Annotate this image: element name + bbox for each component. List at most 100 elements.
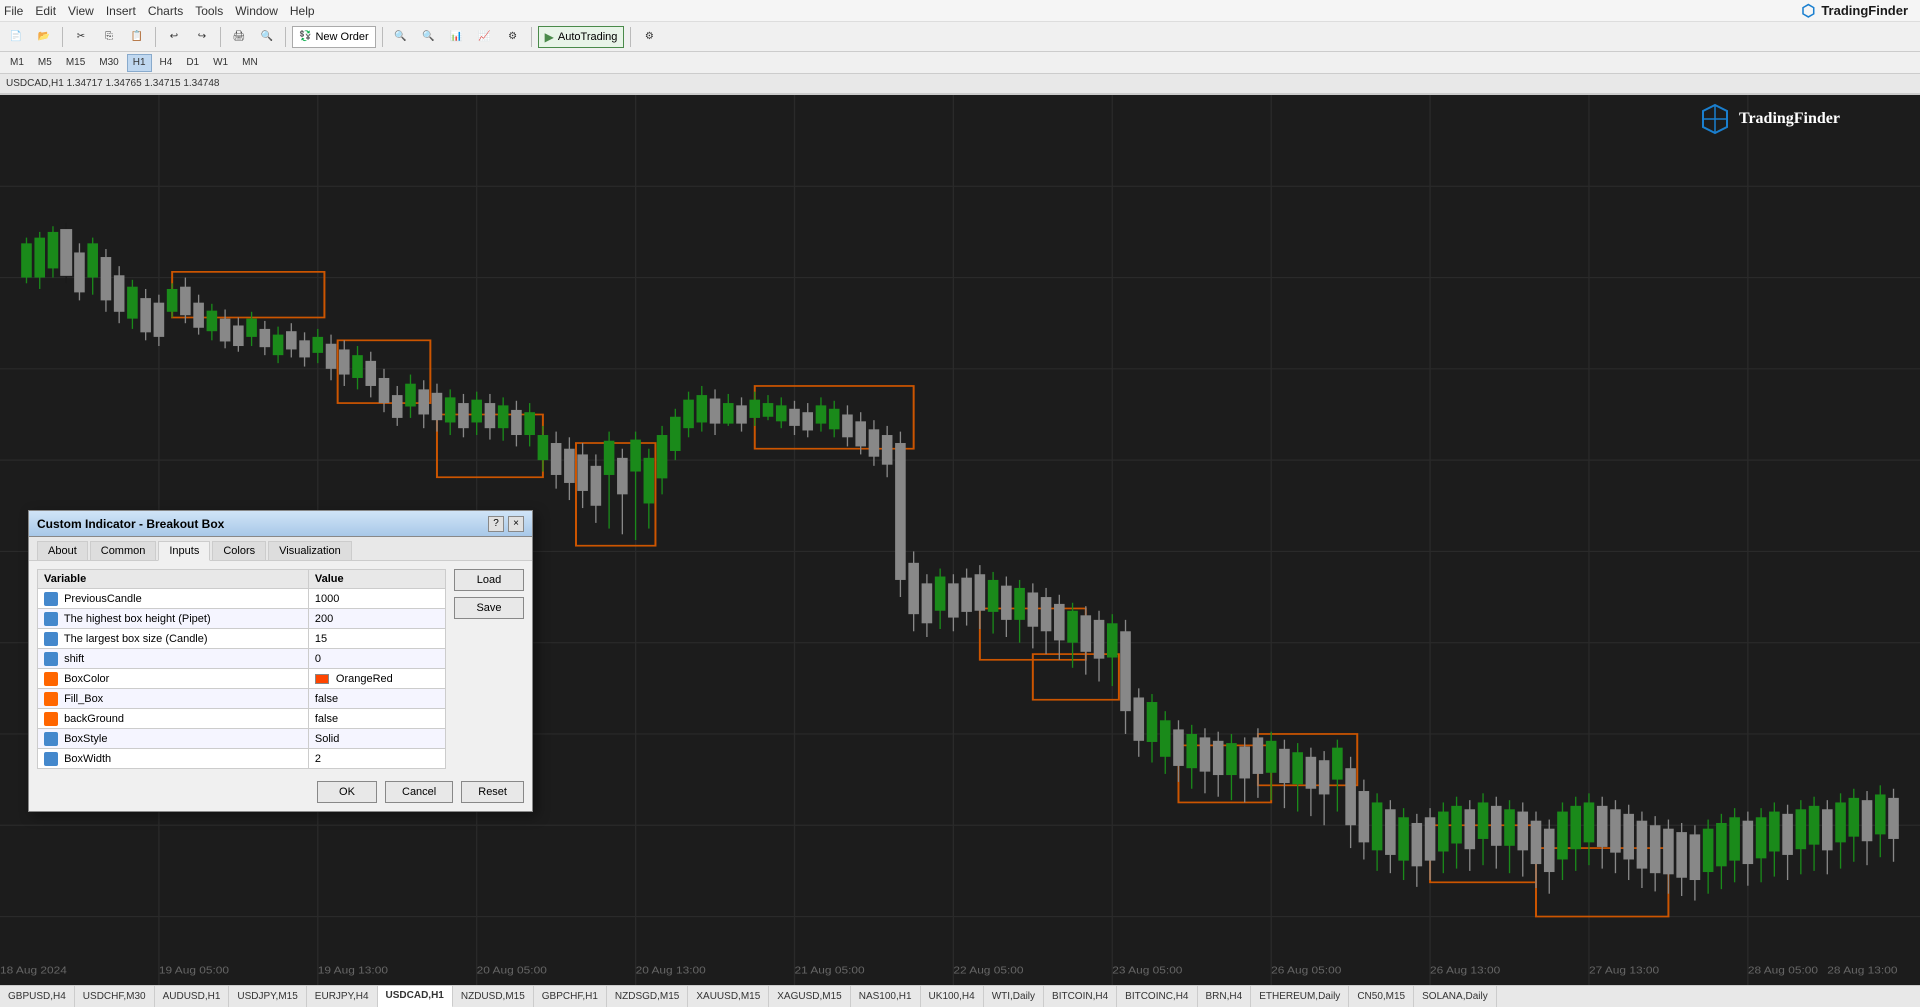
table-row[interactable]: The highest box height (Pipet) 200 [38,609,446,629]
tab-wti-daily[interactable]: WTI,Daily [984,986,1044,1007]
tab-uk100-h4[interactable]: UK100,H4 [921,986,984,1007]
load-button[interactable]: Load [454,569,524,591]
tab-visualization[interactable]: Visualization [268,541,352,560]
sep7 [630,27,631,47]
table-row[interactable]: BoxColor OrangeRed [38,669,446,689]
svg-text:28 Aug 13:00: 28 Aug 13:00 [1827,965,1897,976]
menu-insert[interactable]: Insert [106,4,136,18]
tab-xauusd-m15[interactable]: XAUUSD,M15 [688,986,769,1007]
open-btn[interactable]: 📂 [32,26,56,48]
var-label: BoxColor [64,672,109,684]
cancel-button[interactable]: Cancel [385,781,453,803]
table-row-selected[interactable]: Fill_Box false [38,689,446,709]
new-order-button[interactable]: 💱 New Order [292,26,376,48]
svg-text:21 Aug 05:00: 21 Aug 05:00 [794,965,864,976]
table-row[interactable]: BoxWidth 2 [38,749,446,769]
tab-audusd-h1[interactable]: AUDUSD,H1 [155,986,230,1007]
redo-btn[interactable]: ↪ [190,26,214,48]
menu-charts[interactable]: Charts [148,4,183,18]
tab-xagusd-m15[interactable]: XAGUSD,M15 [769,986,850,1007]
tf-m5[interactable]: M5 [32,54,58,72]
sep5 [382,27,383,47]
table-row[interactable]: BoxStyle Solid [38,729,446,749]
menu-help[interactable]: Help [290,4,315,18]
print-btn[interactable]: 🖨 [227,26,251,48]
close-button[interactable]: × [508,516,524,532]
val-cell: false [308,709,445,729]
chart-btn1[interactable]: 📊 [445,26,469,48]
svg-text:26 Aug 05:00: 26 Aug 05:00 [1271,965,1341,976]
settings-btn[interactable]: ⚙ [637,26,661,48]
zoom-out-btn[interactable]: 🔍 [389,26,413,48]
tab-nzdusd-m15[interactable]: NZDUSD,M15 [453,986,534,1007]
menu-view[interactable]: View [68,4,94,18]
tab-bitcoinc-h4[interactable]: BITCOINC,H4 [1117,986,1197,1007]
tf-d1[interactable]: D1 [180,54,205,72]
table-row[interactable]: PreviousCandle 1000 [38,589,446,609]
ok-button[interactable]: OK [317,781,377,803]
var-cell: PreviousCandle [38,589,309,609]
tab-nas100-h1[interactable]: NAS100,H1 [851,986,921,1007]
copy-btn[interactable]: ⎘ [97,26,121,48]
menu-window[interactable]: Window [235,4,278,18]
undo-btn[interactable]: ↩ [162,26,186,48]
table-row[interactable]: The largest box size (Candle) 15 [38,629,446,649]
tf-h4[interactable]: H4 [154,54,179,72]
tab-inputs[interactable]: Inputs [158,541,210,561]
tf-m30[interactable]: M30 [93,54,124,72]
svg-text:26 Aug 13:00: 26 Aug 13:00 [1430,965,1500,976]
menu-edit[interactable]: Edit [35,4,56,18]
tab-bitcoin-h4[interactable]: BITCOIN,H4 [1044,986,1117,1007]
row-icon-blue [44,732,58,746]
svg-text:22 Aug 05:00: 22 Aug 05:00 [953,965,1023,976]
tab-cn50-m15[interactable]: CN50,M15 [1349,986,1414,1007]
svg-text:19 Aug 13:00: 19 Aug 13:00 [318,965,388,976]
sep1 [62,27,63,47]
val-cell: 2 [308,749,445,769]
indicator-dialog[interactable]: Custom Indicator - Breakout Box ? × Abou… [28,510,533,812]
menu-file[interactable]: File [4,4,23,18]
color-name: OrangeRed [336,673,393,685]
tf-m1[interactable]: M1 [4,54,30,72]
tab-about[interactable]: About [37,541,88,560]
autotrading-button[interactable]: ▶ AutoTrading [538,26,625,48]
val-cell: 15 [308,629,445,649]
menu-tools[interactable]: Tools [195,4,223,18]
main-area: 18 Aug 2024 19 Aug 05:00 19 Aug 13:00 20… [0,95,1920,985]
tab-gbpchf-h1[interactable]: GBPCHF,H1 [534,986,607,1007]
svg-text:19 Aug 05:00: 19 Aug 05:00 [159,965,229,976]
tab-nzdsgd-m15[interactable]: NZDSGD,M15 [607,986,688,1007]
tab-solana-daily[interactable]: SOLANA,Daily [1414,986,1497,1007]
dialog-content: Variable Value PreviousCandle [29,561,532,777]
tab-ethereum-daily[interactable]: ETHEREUM,Daily [1251,986,1349,1007]
save-button[interactable]: Save [454,597,524,619]
paste-btn[interactable]: 📋 [125,26,149,48]
print-prev-btn[interactable]: 🔍 [255,26,279,48]
var-cell: The largest box size (Candle) [38,629,309,649]
tab-usdjpy-m15[interactable]: USDJPY,M15 [229,986,306,1007]
var-cell: BoxColor [38,669,309,689]
new-btn[interactable]: 📄 [4,26,28,48]
table-row[interactable]: backGround false [38,709,446,729]
table-row[interactable]: shift 0 [38,649,446,669]
tab-usdchf-m30[interactable]: USDCHF,M30 [75,986,155,1007]
tab-brn-h4[interactable]: BRN,H4 [1198,986,1252,1007]
tab-gbpusd-h4[interactable]: GBPUSD,H4 [0,986,75,1007]
help-button[interactable]: ? [488,516,504,532]
tf-m15[interactable]: M15 [60,54,91,72]
var-cell: The highest box height (Pipet) [38,609,309,629]
tab-usdcad-h1[interactable]: USDCAD,H1 [378,986,453,1007]
chart-btn2[interactable]: 📈 [473,26,497,48]
tab-eurjpy-h4[interactable]: EURJPY,H4 [307,986,378,1007]
tab-common[interactable]: Common [90,541,157,560]
reset-button[interactable]: Reset [461,781,524,803]
zoom-in-btn[interactable]: 🔍 [417,26,441,48]
tf-w1[interactable]: W1 [207,54,234,72]
tf-mn[interactable]: MN [236,54,264,72]
tf-h1[interactable]: H1 [127,54,152,72]
cut-btn[interactable]: ✂ [69,26,93,48]
menu-bar: File Edit View Insert Charts Tools Windo… [0,0,1920,22]
indicators-btn[interactable]: ⚙ [501,26,525,48]
svg-text:20 Aug 13:00: 20 Aug 13:00 [636,965,706,976]
tab-colors[interactable]: Colors [212,541,266,560]
